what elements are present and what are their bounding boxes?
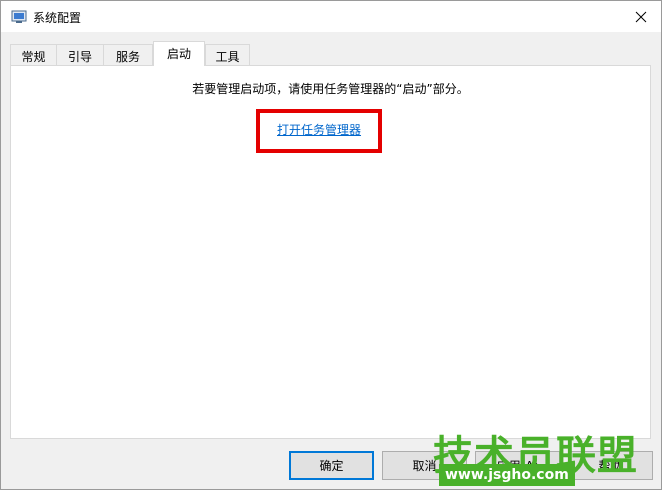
tab-boot[interactable]: 引导 bbox=[56, 44, 104, 65]
help-button[interactable]: 帮助 bbox=[568, 451, 653, 480]
close-icon bbox=[635, 11, 647, 22]
title-bar: 系统配置 bbox=[1, 1, 661, 32]
tab-general[interactable]: 常规 bbox=[10, 44, 57, 65]
cancel-button[interactable]: 取消 bbox=[382, 451, 467, 480]
ok-button[interactable]: 确定 bbox=[289, 451, 374, 480]
close-button[interactable] bbox=[621, 1, 661, 32]
open-task-manager-link[interactable]: 打开任务管理器 bbox=[277, 121, 361, 138]
window-title: 系统配置 bbox=[33, 11, 82, 25]
system-config-window: 系统配置 常规 引导 服务 启动 工具 若要管理启动项，请使用任务管理器的“启动… bbox=[0, 0, 662, 490]
apply-button[interactable]: 应用(A) bbox=[475, 451, 560, 480]
msconfig-icon bbox=[11, 10, 27, 23]
startup-instruction: 若要管理启动项，请使用任务管理器的“启动”部分。 bbox=[192, 82, 469, 96]
tab-tools[interactable]: 工具 bbox=[205, 44, 250, 65]
tab-services[interactable]: 服务 bbox=[103, 44, 153, 65]
tab-startup[interactable]: 启动 bbox=[153, 41, 205, 66]
startup-panel: 若要管理启动项，请使用任务管理器的“启动”部分。 打开任务管理器 bbox=[10, 65, 651, 439]
